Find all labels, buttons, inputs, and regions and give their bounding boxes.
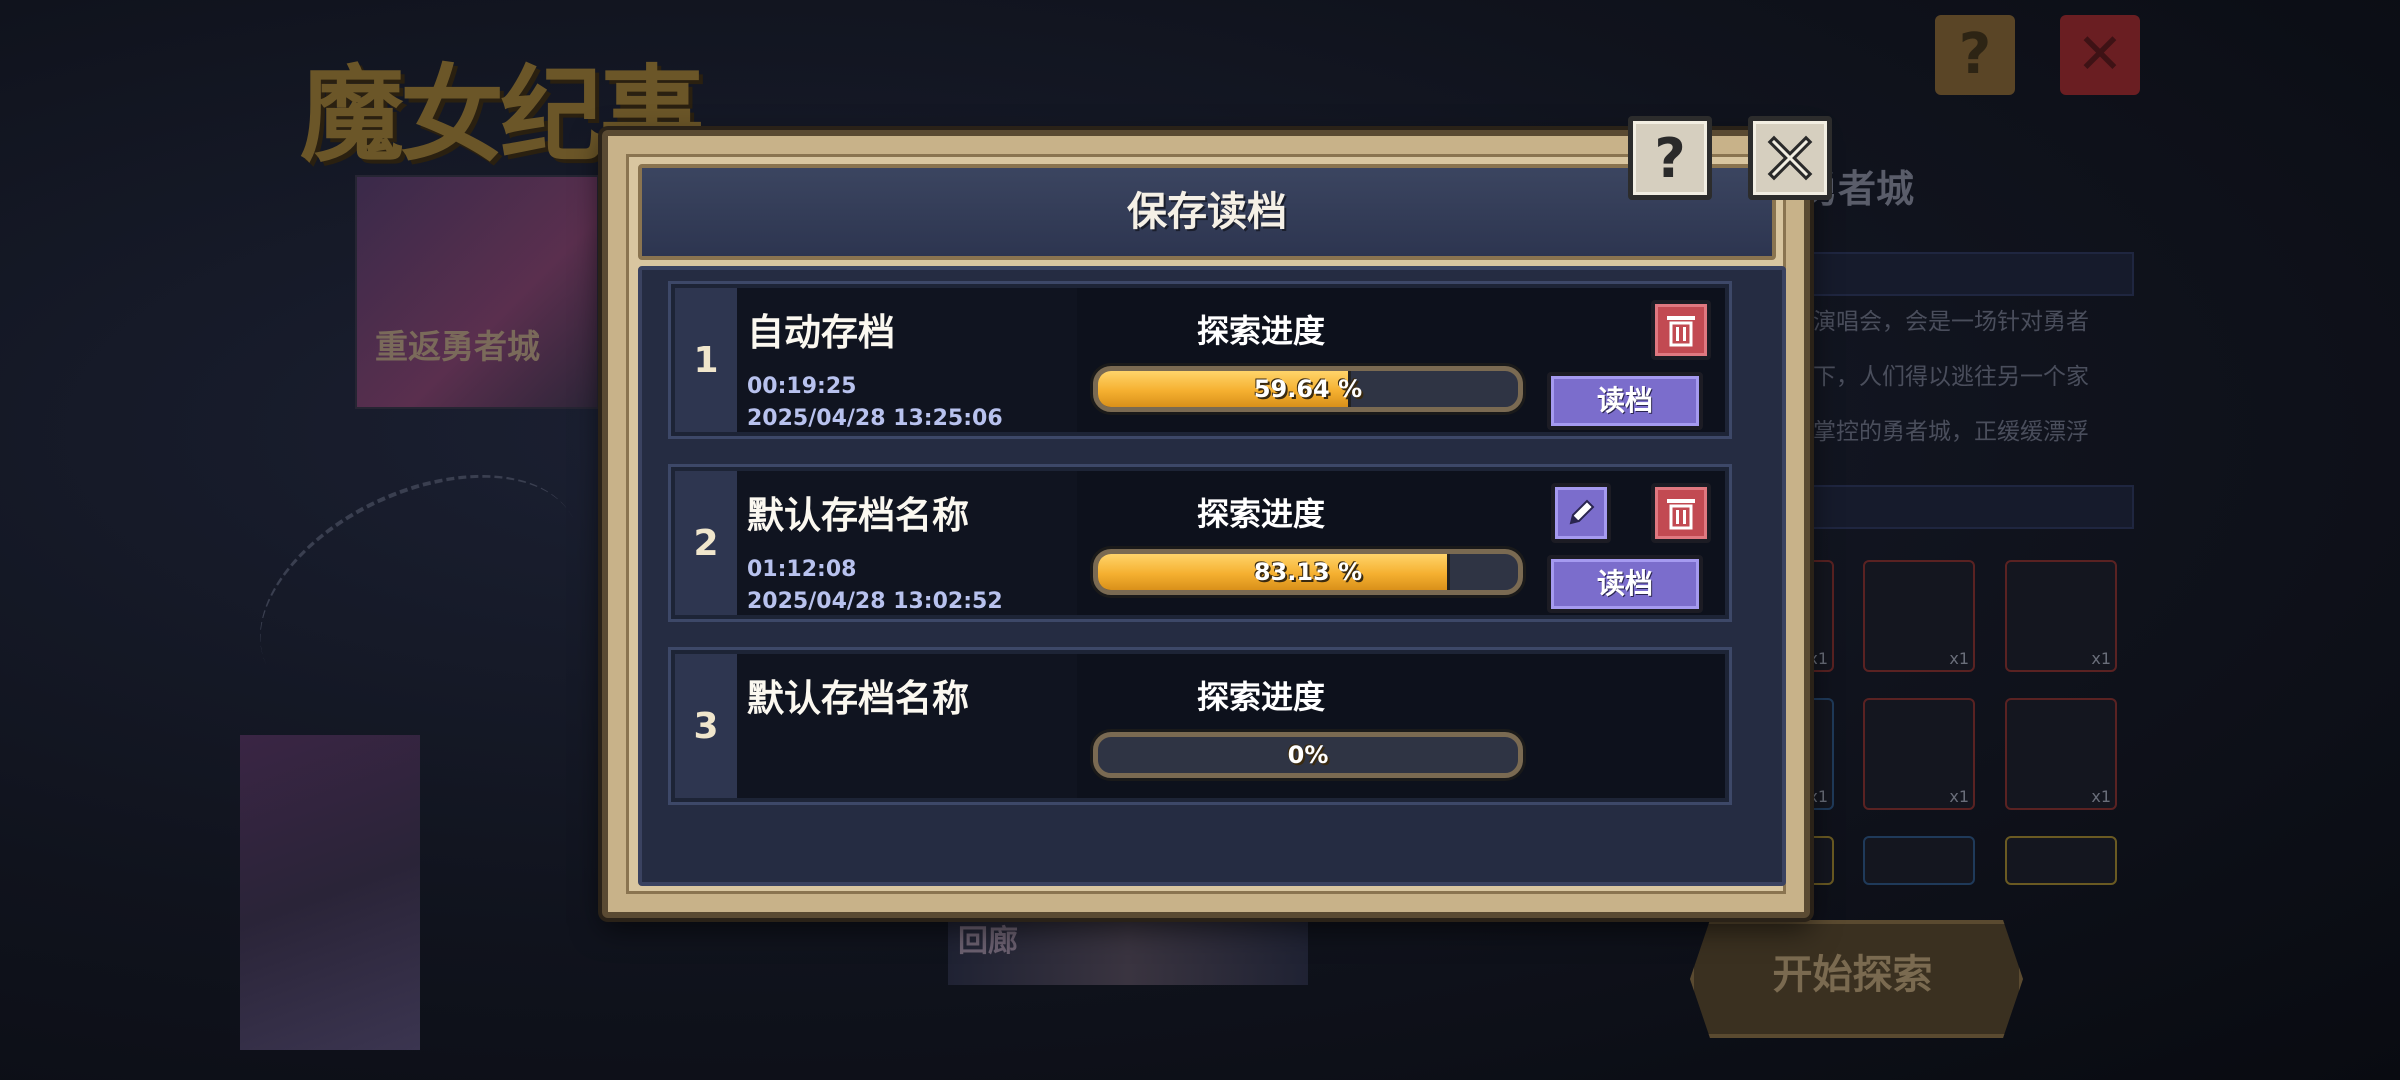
item-slot: x1 (2005, 560, 2117, 672)
rename-save-button[interactable] (1551, 483, 1611, 543)
region-subheader-bar (1795, 485, 2134, 529)
pencil-icon (1569, 499, 1595, 525)
play-time: 01:12:08 (747, 557, 857, 582)
save-datetime: 2025/04/28 13:25:06 (747, 406, 1003, 431)
save-name: 默认存档名称 (747, 677, 969, 720)
slot-number: 3 (675, 654, 737, 798)
close-button[interactable] (1748, 116, 1832, 200)
background-close-button: ✕ (2060, 15, 2140, 95)
slot-number: 1 (675, 288, 737, 432)
item-slot (1863, 836, 1975, 885)
slot-number: 2 (675, 471, 737, 615)
start-explore-button: 开始探索 (1772, 952, 1933, 998)
load-save-button[interactable]: 读档 (1547, 372, 1703, 430)
progress-label: 探索进度 (1197, 678, 1326, 716)
progress-bar: 59.64 % (1093, 366, 1523, 412)
save-datetime: 2025/04/28 13:02:52 (747, 589, 1003, 614)
stage-card-image (355, 175, 599, 409)
stage-card-label: 重返勇者城 (375, 327, 540, 366)
play-time: 00:19:25 (747, 374, 857, 399)
region-description-line: 之下，人们得以逃往另一个家 (1790, 364, 2089, 390)
help-button[interactable]: ? (1628, 116, 1712, 200)
progress-bar: 83.13 % (1093, 549, 1523, 595)
save-name: 默认存档名称 (747, 494, 969, 537)
trash-icon (1667, 316, 1695, 347)
region-header-bar (1795, 252, 2134, 296)
slot-info: 默认存档名称 (737, 654, 1077, 798)
save-slot-2[interactable]: 2 默认存档名称 01:12:08 2025/04/28 13:02:52 探索… (668, 464, 1732, 622)
slot-info: 默认存档名称 01:12:08 2025/04/28 13:02:52 (737, 471, 1077, 615)
item-slot: x1 (1863, 560, 1975, 672)
dialog-header: 保存读档 (638, 164, 1776, 260)
slot-progress-area: 探索进度 59.64 % 读档 (1077, 288, 1725, 432)
slot-progress-area: 探索进度 83.13 % 读档 (1077, 471, 1725, 615)
region-description-line: 的演唱会，会是一场针对勇者 (1790, 309, 2089, 335)
progress-value: 83.13 % (1253, 558, 1363, 586)
slot-progress-area: 探索进度 0% (1077, 654, 1725, 798)
progress-label: 探索进度 (1197, 312, 1326, 350)
save-slot-3[interactable]: 3 默认存档名称 探索进度 0% (668, 647, 1732, 805)
progress-bar: 0% (1093, 732, 1523, 778)
gallery-label: 回廊 (958, 924, 1018, 959)
background-help-button: ? (1935, 15, 2015, 95)
close-icon (1767, 135, 1813, 181)
trash-icon (1667, 499, 1695, 530)
region-description-line: 入掌控的勇者城，正缓缓漂浮 (1790, 419, 2089, 445)
delete-save-button[interactable] (1651, 300, 1711, 360)
item-slot (2005, 836, 2117, 885)
item-slot: x1 (1863, 698, 1975, 810)
load-save-button[interactable]: 读档 (1547, 555, 1703, 613)
progress-value: 59.64 % (1253, 375, 1363, 403)
dialog-title: 保存读档 (1127, 189, 1287, 235)
character-portrait (240, 735, 420, 1050)
save-slot-1[interactable]: 1 自动存档 00:19:25 2025/04/28 13:25:06 探索进度… (668, 281, 1732, 439)
slot-info: 自动存档 00:19:25 2025/04/28 13:25:06 (737, 288, 1077, 432)
delete-save-button[interactable] (1651, 483, 1711, 543)
progress-value: 0% (1287, 741, 1329, 769)
question-icon: ? (1654, 126, 1686, 190)
item-slot: x1 (2005, 698, 2117, 810)
save-name: 自动存档 (747, 311, 895, 354)
progress-label: 探索进度 (1197, 495, 1326, 533)
